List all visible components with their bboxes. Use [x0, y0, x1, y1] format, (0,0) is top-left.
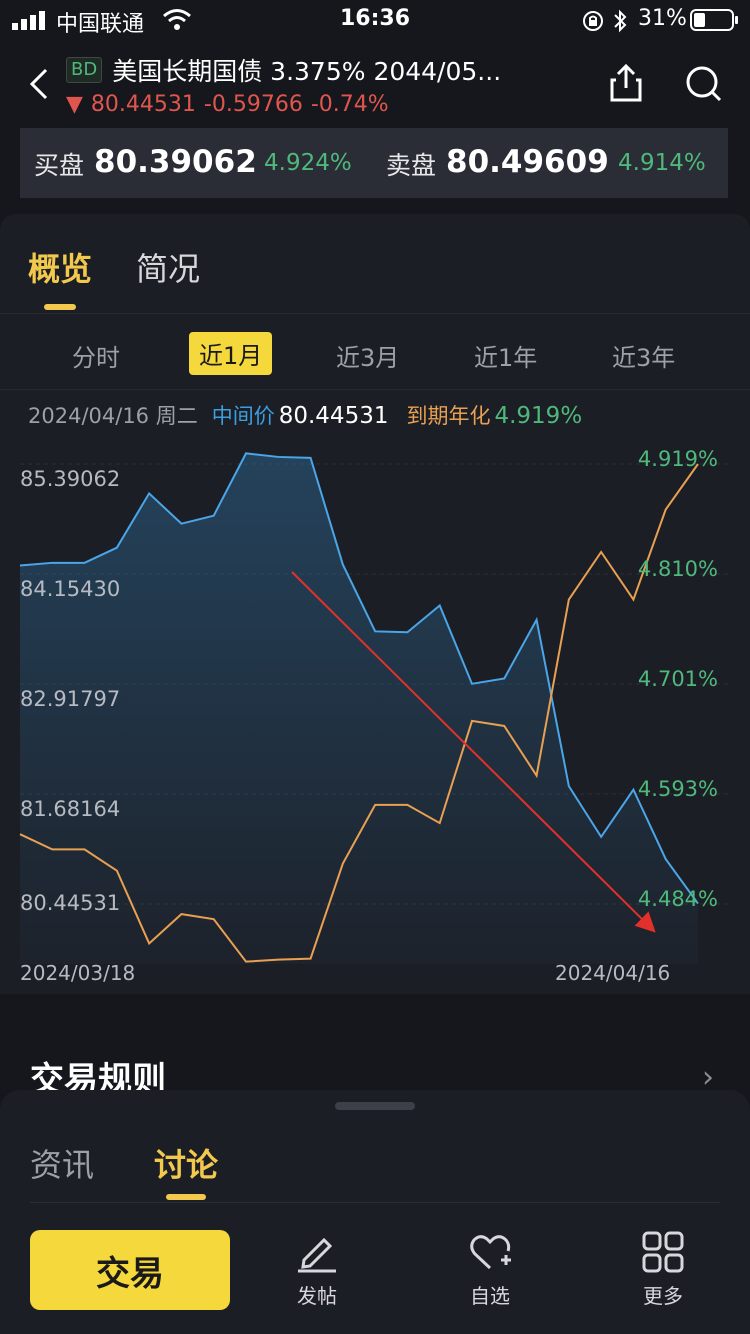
tab-discussion[interactable]: 讨论 — [154, 1140, 218, 1186]
down-arrow-icon: ▼ — [66, 92, 83, 117]
period-3-months[interactable]: 近3月 — [336, 338, 399, 373]
instrument-title: BD 美国长期国债 3.375% 2044/05... — [66, 52, 501, 88]
tab-news[interactable]: 资讯 — [30, 1140, 94, 1186]
ask-label: 卖盘 — [386, 151, 437, 180]
yield-tick-label: 4.484% — [638, 887, 718, 911]
watchlist-button[interactable]: 自选 — [440, 1230, 540, 1320]
price-tick-label: 80.44531 — [20, 891, 120, 915]
bid-price: 80.39062 — [94, 144, 257, 180]
bid-label: 买盘 — [34, 151, 85, 180]
price-area — [20, 453, 698, 964]
x-start-label: 2024/03/18 — [20, 961, 135, 985]
period-intraday[interactable]: 分时 — [72, 338, 120, 373]
ask-yield: 4.914% — [618, 150, 706, 176]
header: BD 美国长期国债 3.375% 2044/05... ▼ 80.44531 -0.… — [0, 40, 750, 128]
post-label: 发帖 — [297, 1284, 337, 1308]
search-icon[interactable] — [684, 64, 724, 104]
bond-badge: BD — [66, 57, 103, 83]
x-end-label: 2024/04/16 — [555, 961, 670, 985]
watchlist-label: 自选 — [470, 1284, 510, 1308]
price-tick-label: 85.39062 — [20, 467, 120, 491]
grid-icon — [642, 1231, 684, 1273]
price-change: ▼ 80.44531 -0.59766 -0.74% — [66, 92, 397, 117]
price-change-percent: -0.74% — [310, 92, 389, 117]
tab-profile[interactable]: 简况 — [136, 244, 200, 290]
battery-percent: 31% — [638, 6, 687, 31]
sheet-grabber[interactable] — [335, 1102, 415, 1110]
yield-tick-label: 4.810% — [638, 557, 718, 581]
share-icon[interactable] — [608, 62, 644, 104]
ask-price: 80.49609 — [446, 144, 609, 180]
heart-plus-icon — [470, 1235, 511, 1270]
period-1-month[interactable]: 近1月 — [189, 332, 273, 375]
price-yield-chart[interactable]: 85.39062 84.15430 82.91797 81.68164 80.44531… — [0, 432, 750, 992]
sheet-tab-underline — [166, 1194, 206, 1200]
content-tabs: 概览 简况 — [0, 214, 750, 314]
sheet-divider — [30, 1202, 720, 1203]
price-tick-label: 82.91797 — [20, 687, 120, 711]
bottom-action-bar: 交易 发帖 自选 更多 — [0, 1210, 750, 1334]
ytm-label: 到期年化 — [406, 404, 491, 428]
info-date: 2024/04/16 周二 — [28, 404, 198, 428]
period-selector: 分时 近1月 近3月 近1年 近3年 — [0, 314, 750, 390]
tab-overview[interactable]: 概览 — [28, 244, 92, 290]
trade-button[interactable]: 交易 — [30, 1230, 230, 1310]
overview-panel: 概览 简况 分时 近1月 近3月 近1年 近3年 2024/04/16 周二 中间… — [0, 214, 750, 994]
post-button[interactable]: 发帖 — [267, 1230, 367, 1320]
period-1-year[interactable]: 近1年 — [474, 338, 537, 373]
wifi-icon — [163, 9, 191, 30]
bluetooth-icon — [614, 9, 627, 33]
more-button[interactable]: 更多 — [613, 1230, 713, 1320]
rotation-lock-icon — [583, 11, 603, 31]
price-tick-label: 84.15430 — [20, 577, 120, 601]
instrument-name: 美国长期国债 3.375% 2044/05... — [112, 57, 502, 86]
price-tick-label: 81.68164 — [20, 797, 120, 821]
yield-tick-label: 4.593% — [638, 777, 718, 801]
clock: 16:36 — [340, 6, 411, 31]
bid-yield: 4.924% — [264, 150, 352, 176]
price-change-value: -0.59766 — [203, 92, 303, 117]
chart-info-row: 2024/04/16 周二 中间价 80.44531 到期年化 4.919% — [28, 400, 582, 430]
back-icon[interactable] — [26, 66, 52, 102]
last-price: 80.44531 — [90, 92, 196, 117]
ytm-value: 4.919% — [494, 403, 583, 429]
status-bar: 中国联通 16:36 31% — [0, 0, 750, 40]
yield-tick-label: 4.919% — [638, 447, 718, 471]
yield-tick-label: 4.701% — [638, 667, 718, 691]
pencil-icon — [298, 1237, 336, 1273]
tab-underline — [44, 304, 76, 310]
signal-icon — [12, 11, 45, 30]
battery-icon — [690, 9, 738, 31]
mid-price-value: 80.44531 — [278, 403, 389, 429]
mid-price-label: 中间价 — [211, 404, 275, 428]
more-label: 更多 — [643, 1284, 683, 1308]
period-3-years[interactable]: 近3年 — [612, 338, 675, 373]
carrier: 中国联通 — [56, 12, 145, 37]
quote-bar: 买盘 80.39062 4.924% 卖盘 80.49609 4.914% — [20, 128, 728, 198]
